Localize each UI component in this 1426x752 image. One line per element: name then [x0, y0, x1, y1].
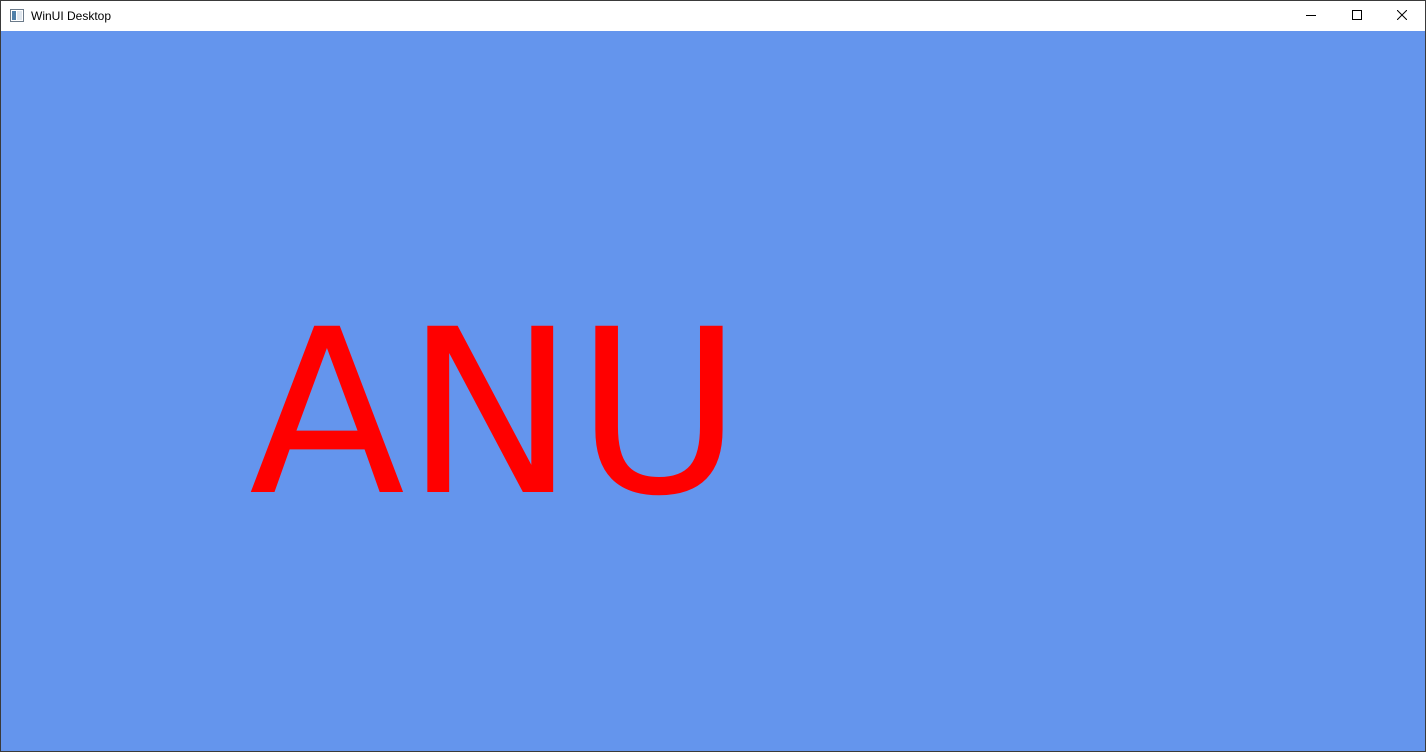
minimize-button[interactable]: [1288, 1, 1334, 31]
close-icon: [1396, 7, 1408, 25]
anu-text: ANU: [249, 280, 743, 546]
title-bar[interactable]: WinUI Desktop: [1, 1, 1425, 31]
minimize-icon: [1306, 7, 1316, 25]
close-button[interactable]: [1379, 1, 1425, 31]
app-window: WinUI Desktop ANU: [0, 0, 1426, 752]
app-icon: [10, 9, 24, 22]
maximize-icon: [1352, 7, 1362, 25]
content-area: ANU: [1, 31, 1425, 751]
window-title: WinUI Desktop: [31, 9, 112, 23]
maximize-button[interactable]: [1334, 1, 1380, 31]
